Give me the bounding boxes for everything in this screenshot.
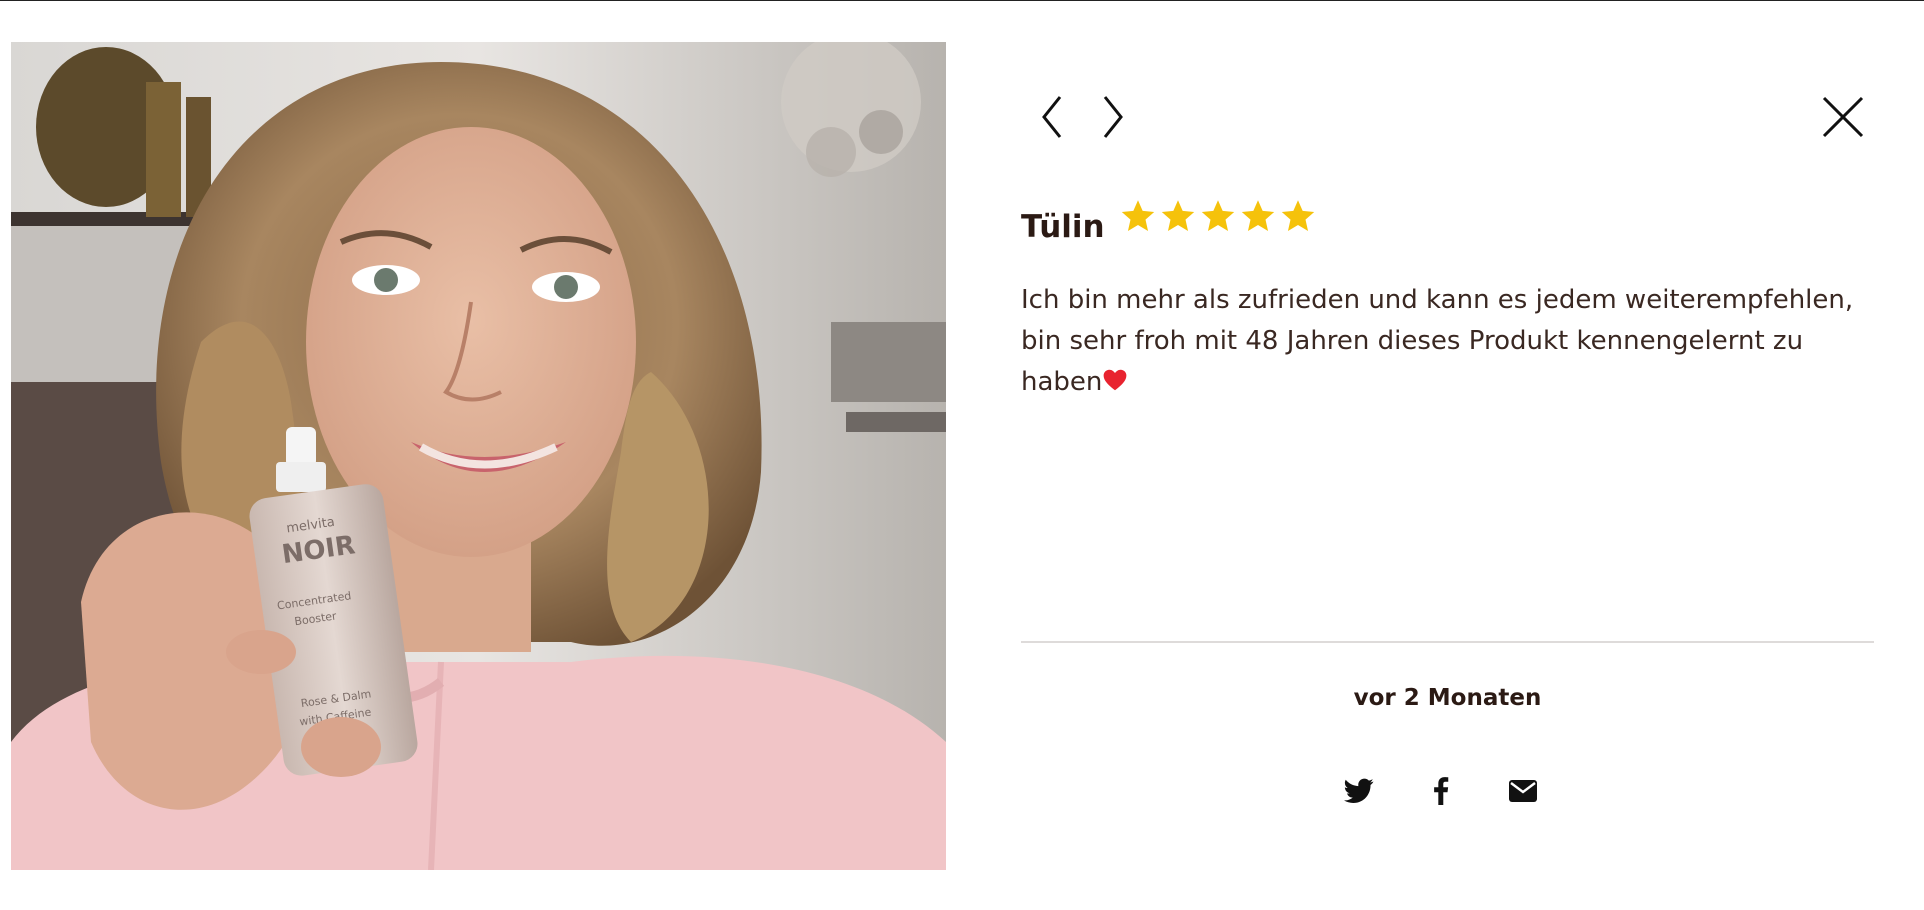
review-photo: melvita NOIR Concentrated Booster Rose &… [11,42,946,870]
close-icon [1822,96,1864,138]
review-modal: melvita NOIR Concentrated Booster Rose &… [0,0,1924,910]
prev-review-button[interactable] [1030,92,1074,142]
star-rating [1120,198,1316,234]
next-review-button[interactable] [1091,92,1135,142]
facebook-icon [1434,777,1449,805]
reviewer-name: Tülin [1021,209,1105,245]
share-facebook-button[interactable] [1422,772,1460,810]
close-button[interactable] [1818,92,1868,142]
star-icon [1161,200,1195,231]
share-twitter-button[interactable] [1340,772,1378,810]
share-buttons [1340,772,1542,810]
chevron-right-icon [1103,96,1123,138]
heart-icon [1104,369,1127,391]
review-text: Ich bin mehr als zufrieden und kann es j… [1021,280,1891,403]
star-icon [1241,200,1275,231]
share-email-button[interactable] [1504,772,1542,810]
twitter-icon [1344,778,1374,803]
star-icon [1121,200,1155,231]
review-body: Ich bin mehr als zufrieden und kann es j… [1021,285,1854,397]
chevron-left-icon [1042,96,1062,138]
star-icon [1201,200,1235,231]
mail-icon [1509,780,1537,802]
star-icon [1281,200,1315,231]
review-date: vor 2 Monaten [1353,685,1542,711]
divider [1021,641,1874,643]
